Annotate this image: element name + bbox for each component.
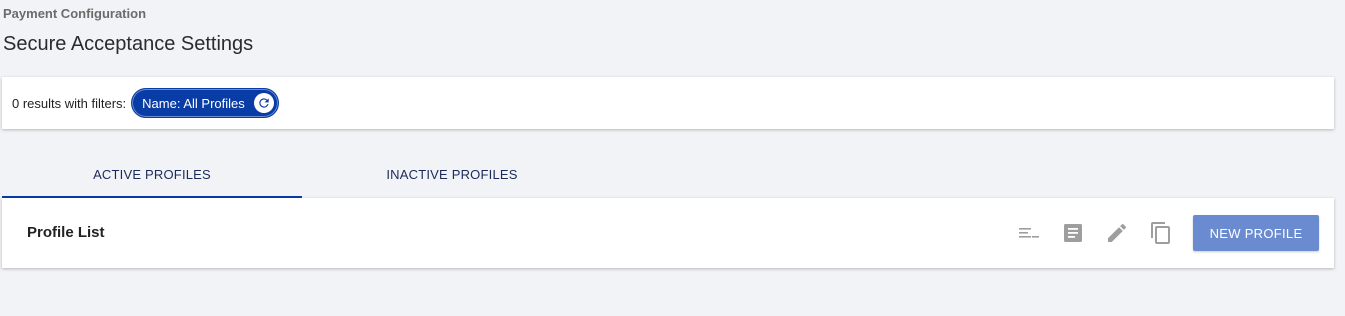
tab-active-profiles[interactable]: ACTIVE PROFILES [2,152,302,198]
copy-icon[interactable] [1148,220,1174,246]
edit-icon[interactable] [1104,220,1130,246]
profile-list-title: Profile List [27,224,105,241]
tab-inactive-profiles[interactable]: INACTIVE PROFILES [302,152,602,196]
filter-chip-label: Name: All Profiles [142,95,245,111]
sort-icon[interactable] [1016,220,1042,246]
results-count-text: 0 results with filters: [12,95,127,111]
page-title: Secure Acceptance Settings [3,33,254,55]
profile-list-card: Profile List NEW PROFILE [2,198,1334,268]
new-profile-button[interactable]: NEW PROFILE [1193,215,1319,251]
breadcrumb: Payment Configuration [3,6,147,21]
profile-tabs: ACTIVE PROFILES INACTIVE PROFILES [2,152,602,198]
filter-chip-name[interactable]: Name: All Profiles [131,88,279,118]
reset-icon[interactable] [253,93,274,113]
filter-bar: 0 results with filters: Name: All Profil… [2,77,1334,129]
document-icon[interactable] [1060,220,1086,246]
